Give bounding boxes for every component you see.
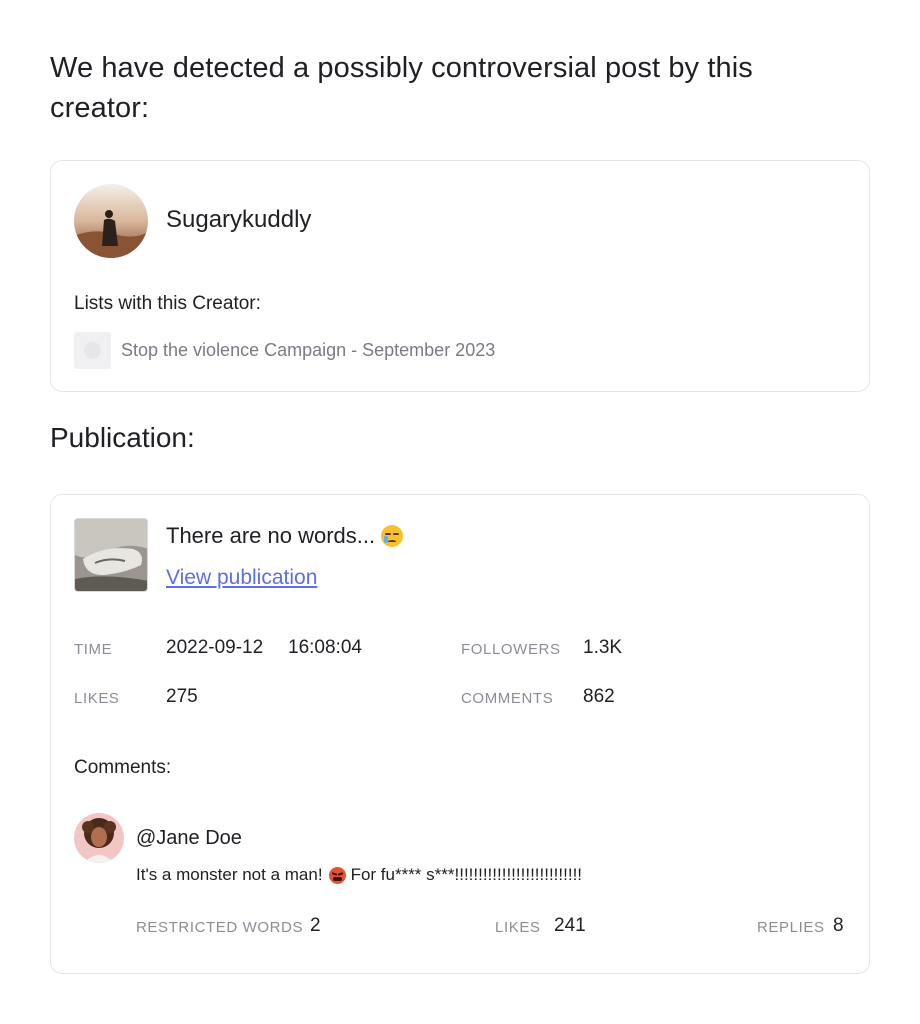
restricted-words-value: 2 [310,915,321,936]
likes-label: LIKES [74,690,120,707]
list-item-label: Stop the violence Campaign - September 2… [121,339,496,360]
comments-title: Comments: [74,757,172,778]
angry-face-emoji-icon [328,866,346,884]
comment-text-after: For fu**** s***!!!!!!!!!!!!!!!!!!!!!!!!!… [350,865,583,884]
creator-name[interactable]: Sugarykuddly [166,206,311,234]
comment-text: It's a monster not a man! For fu**** s**… [136,865,582,885]
comments-count-label: COMMENTS [461,690,554,707]
replies-value: 8 [833,915,844,936]
creator-avatar[interactable] [74,184,148,258]
time-date-value: 2022-09-12 [166,637,264,658]
comments-count-value: 862 [583,686,615,707]
followers-label: FOLLOWERS [461,641,561,658]
likes-value: 275 [166,686,198,707]
publication-text-content: There are no words... [166,523,376,548]
sad-tear-emoji-icon [381,525,404,547]
comment-text-before: It's a monster not a man! [136,865,323,884]
time-clock-value: 16:08:04 [288,637,362,658]
restricted-words-label: RESTRICTED WORDS [136,919,304,936]
comment-likes-value: 241 [554,915,586,936]
publication-text: There are no words... [166,523,404,549]
publication-card: There are no words... View publication T… [50,494,870,974]
alert-heading: We have detected a possibly controversia… [50,52,753,124]
view-publication-link[interactable]: View publication [166,566,317,590]
comment-username[interactable]: @Jane Doe [136,827,242,850]
creator-card: Sugarykuddly Lists with this Creator: St… [50,160,870,392]
comment-likes-label: LIKES [495,919,541,936]
lists-label: Lists with this Creator: [74,293,261,314]
followers-value: 1.3K [583,637,623,658]
list-item[interactable]: Stop the violence Campaign - September 2… [74,331,495,369]
list-thumbnail-icon [74,331,111,369]
time-label: TIME [74,641,113,658]
comment-avatar[interactable] [74,813,124,863]
publication-section-title: Publication: [50,422,195,453]
replies-label: REPLIES [757,919,825,936]
publication-thumbnail[interactable] [74,518,148,592]
